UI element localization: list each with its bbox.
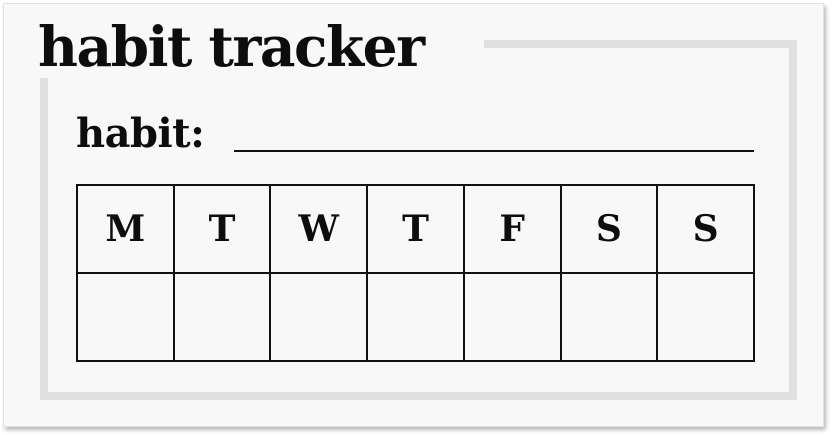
habit-tracker-card: habit tracker habit: M T W T F S S <box>3 3 824 427</box>
check-row <box>76 272 755 362</box>
day-header-monday: M <box>76 184 175 274</box>
check-cell-monday[interactable] <box>76 272 175 362</box>
habit-name-field[interactable] <box>234 150 754 152</box>
check-cell-saturday[interactable] <box>559 272 659 362</box>
day-header-thursday: T <box>366 184 465 274</box>
check-cell-wednesday[interactable] <box>269 272 369 362</box>
habit-row: habit: <box>76 108 756 160</box>
page-title: habit tracker <box>38 14 425 79</box>
day-header-tuesday: T <box>172 184 272 274</box>
check-cell-tuesday[interactable] <box>172 272 272 362</box>
day-header-sunday: S <box>656 184 755 274</box>
check-cell-thursday[interactable] <box>366 272 465 362</box>
day-header-friday: F <box>462 184 562 274</box>
weekly-tracker-grid: M T W T F S S <box>76 184 755 362</box>
day-header-wednesday: W <box>269 184 369 274</box>
day-header-saturday: S <box>559 184 659 274</box>
check-cell-friday[interactable] <box>462 272 562 362</box>
check-cell-sunday[interactable] <box>656 272 755 362</box>
habit-label: habit: <box>76 110 205 157</box>
weekday-header-row: M T W T F S S <box>76 184 755 274</box>
